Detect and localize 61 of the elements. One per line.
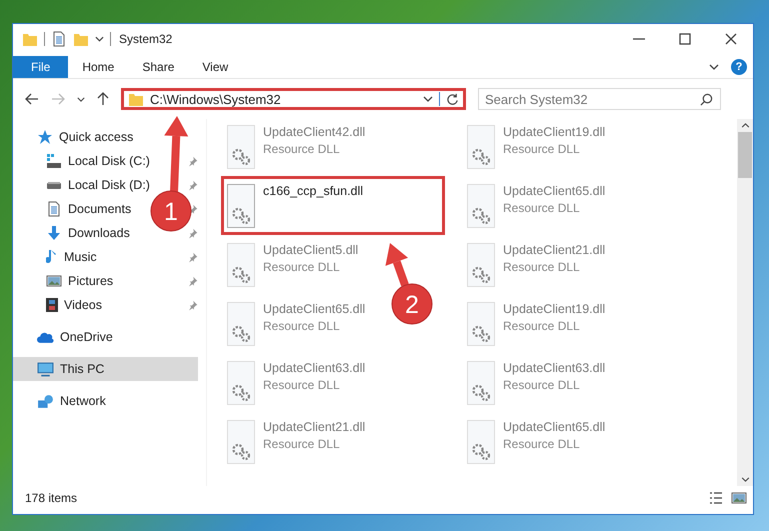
file-item[interactable]: UpdateClient65.dll Resource DLL (463, 180, 703, 239)
file-item[interactable]: UpdateClient19.dll Resource DLL (463, 121, 703, 180)
step-number-badge: 2 (392, 284, 432, 324)
document-icon (46, 201, 62, 217)
file-item[interactable]: UpdateClient63.dll Resource DLL (463, 357, 703, 416)
download-icon (46, 225, 62, 241)
close-icon[interactable] (725, 33, 737, 45)
ribbon-tab[interactable]: Share (128, 56, 188, 78)
nav-item[interactable]: Network (13, 389, 110, 413)
nav-item[interactable]: Downloads (13, 221, 134, 245)
refresh-icon[interactable] (446, 92, 459, 106)
recent-locations-icon[interactable] (77, 96, 85, 102)
scroll-down-icon[interactable] (740, 477, 750, 482)
help-button[interactable]: ? (731, 59, 747, 75)
nav-item[interactable]: This PC (13, 357, 198, 381)
star-icon (37, 129, 53, 145)
film-icon (46, 297, 58, 313)
disk-windows-icon (46, 154, 62, 168)
nav-item[interactable]: Quick access (13, 125, 138, 149)
file-item[interactable]: UpdateClient63.dll Resource DLL (223, 357, 463, 416)
nav-item[interactable]: Pictures (13, 269, 118, 293)
address-bar[interactable]: C:\Windows\System32 (121, 88, 466, 110)
ribbon-tab[interactable]: File (13, 56, 68, 78)
properties-icon (51, 31, 67, 47)
file-item[interactable]: UpdateClient21.dll Resource DLL (463, 239, 703, 298)
file-item[interactable]: UpdateClient19.dll Resource DLL (463, 298, 703, 357)
nav-item[interactable]: Documents (13, 197, 136, 221)
picture-icon (46, 275, 62, 287)
cloud-icon (37, 332, 54, 342)
search-field[interactable]: Search System32 (478, 88, 721, 110)
maximize-icon[interactable] (679, 33, 691, 45)
nav-item[interactable]: OneDrive (13, 325, 117, 349)
nav-item[interactable]: Local Disk (C:) (13, 149, 154, 173)
file-item[interactable]: UpdateClient65.dll Resource DLL (463, 416, 703, 475)
search-icon[interactable] (700, 93, 713, 106)
details-view-icon[interactable] (709, 492, 723, 504)
up-icon[interactable] (97, 92, 109, 106)
network-icon (37, 394, 54, 408)
ribbon-tab[interactable]: View (188, 56, 242, 78)
nav-item[interactable]: Music (13, 245, 101, 269)
window-title: System32 (119, 32, 172, 46)
scroll-up-icon[interactable] (740, 123, 750, 128)
step-number-badge: 1 (150, 190, 192, 232)
minimize-icon[interactable] (633, 38, 645, 40)
expand-ribbon-icon[interactable] (709, 64, 719, 70)
nav-item[interactable]: Videos (13, 293, 106, 317)
item-count: 178 items (25, 491, 78, 505)
new-folder-icon (73, 32, 89, 46)
pointer-arrow (385, 243, 409, 286)
caret-icon[interactable] (95, 36, 104, 42)
scroll-thumb[interactable] (738, 132, 752, 178)
scrollbar[interactable] (737, 119, 753, 486)
dropdown-caret-icon[interactable] (423, 96, 433, 102)
ribbon-tab[interactable]: Home (68, 56, 128, 78)
back-icon[interactable] (25, 93, 39, 105)
large-icons-view-icon[interactable] (731, 492, 747, 504)
music-icon (46, 249, 58, 265)
folder-icon (128, 92, 144, 106)
monitor-icon (37, 362, 54, 376)
file-item[interactable]: UpdateClient21.dll Resource DLL (223, 416, 463, 475)
folder-icon (22, 32, 38, 46)
